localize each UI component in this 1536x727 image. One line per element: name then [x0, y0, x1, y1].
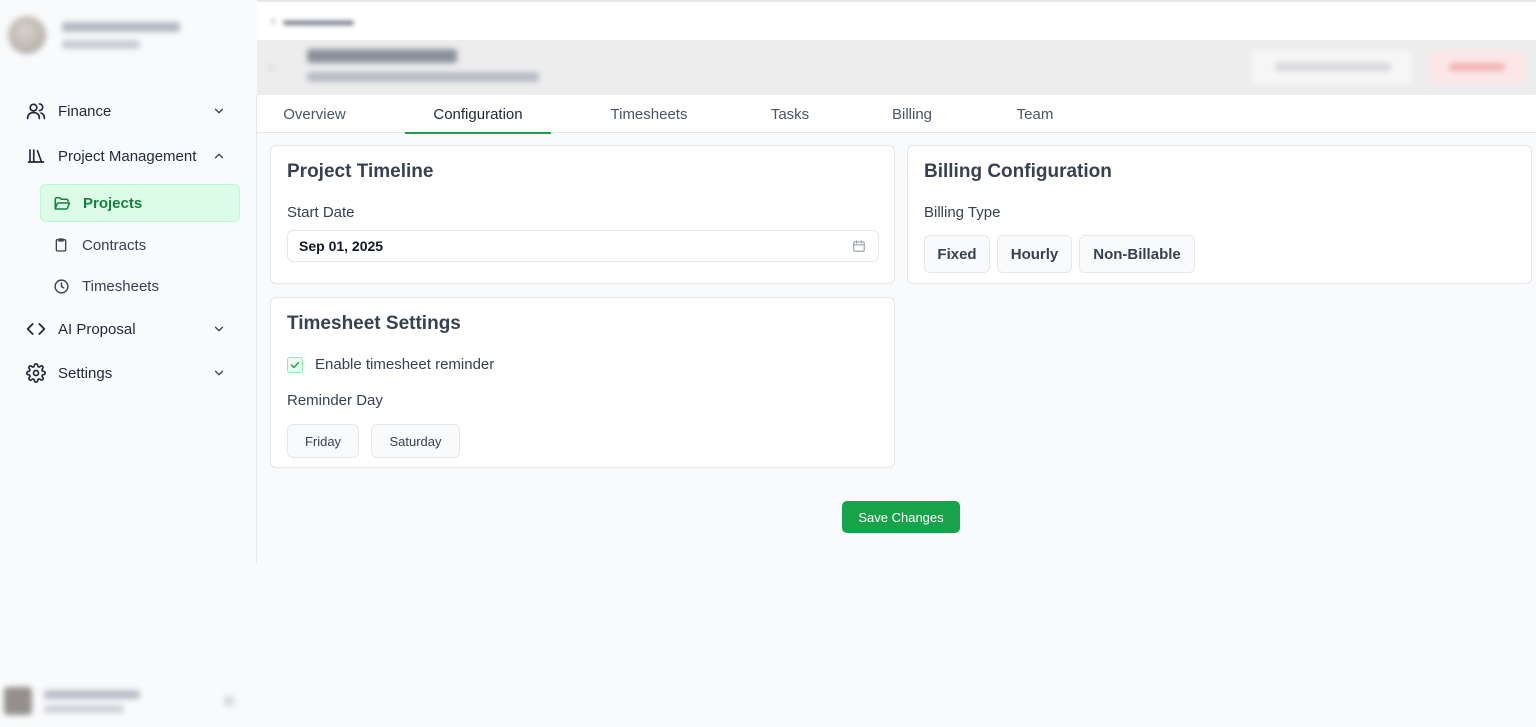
sidebar-subitem-timesheets[interactable]: Timesheets — [40, 267, 240, 305]
billing-type-fixed-button[interactable]: Fixed — [924, 235, 990, 273]
reminder-checkbox[interactable] — [287, 356, 303, 373]
chevron-down-icon — [214, 326, 224, 332]
top-bar: ‹ ▬▬▬▬▬ — [257, 0, 1536, 40]
back-arrow-icon[interactable]: ‹ — [269, 58, 285, 74]
avatar — [4, 687, 32, 715]
start-date-input[interactable]: Sep 01, 2025 — [287, 230, 879, 262]
sidebar: Finance Project Management Projects Cont… — [0, 0, 257, 727]
timesheet-settings-card: Timesheet Settings Enable timesheet remi… — [270, 297, 895, 468]
clock-icon — [52, 277, 70, 295]
footer-user-menu[interactable] — [4, 684, 244, 718]
sidebar-item-ai-proposal[interactable]: AI Proposal — [26, 314, 236, 344]
card-title: Project Timeline — [287, 161, 434, 182]
billing-configuration-card: Billing Configuration Billing Type Fixed… — [907, 145, 1532, 284]
project-timeline-card: Project Timeline Start Date Sep 01, 2025 — [270, 145, 895, 284]
breadcrumb[interactable]: ‹ ▬▬▬▬▬ — [271, 12, 353, 28]
billing-type-non-billable-button[interactable]: Non-Billable — [1079, 235, 1195, 273]
user-info — [44, 689, 140, 713]
library-icon — [26, 146, 46, 166]
reminder-day-friday-button[interactable]: Friday — [287, 424, 359, 458]
tab-billing[interactable]: Billing — [883, 95, 941, 133]
tab-configuration[interactable]: Configuration — [405, 95, 551, 134]
sidebar-subitem-label: Timesheets — [82, 277, 159, 295]
profile-header[interactable] — [8, 10, 248, 60]
delete-button[interactable] — [1429, 50, 1525, 84]
card-title: Timesheet Settings — [287, 313, 461, 334]
sidebar-subitem-label: Contracts — [82, 236, 147, 254]
save-changes-button[interactable]: Save Changes — [842, 501, 960, 533]
project-header: ‹ — [257, 40, 1536, 95]
folder-open-icon — [53, 194, 71, 212]
sidebar-divider — [256, 95, 257, 563]
chevron-up-icon — [214, 153, 224, 159]
sidebar-item-finance[interactable]: Finance — [26, 96, 236, 126]
tab-bar: Overview Configuration Timesheets Tasks … — [257, 95, 1536, 134]
sidebar-item-label: Finance — [58, 102, 112, 120]
avatar — [8, 16, 46, 54]
project-title — [307, 49, 457, 63]
sidebar-subitem-label: Projects — [83, 194, 143, 212]
sidebar-item-label: Project Management — [58, 147, 197, 165]
card-title: Billing Configuration — [924, 161, 1112, 182]
gear-icon — [26, 363, 46, 383]
code-icon — [26, 319, 46, 339]
tab-timesheets[interactable]: Timesheets — [601, 95, 697, 133]
tab-tasks[interactable]: Tasks — [763, 95, 817, 133]
sidebar-item-settings[interactable]: Settings — [26, 358, 236, 388]
start-date-label: Start Date — [287, 204, 355, 221]
profile-info — [62, 21, 180, 49]
sidebar-subitem-contracts[interactable]: Contracts — [40, 226, 240, 264]
billing-type-label: Billing Type — [924, 204, 1001, 221]
calendar-icon[interactable] — [852, 239, 866, 253]
chevrons-icon — [224, 696, 234, 706]
project-subtitle — [307, 72, 539, 82]
tab-team[interactable]: Team — [1009, 95, 1061, 133]
check-icon — [290, 361, 300, 368]
users-icon — [26, 101, 46, 121]
sidebar-item-project-management[interactable]: Project Management — [26, 141, 236, 171]
start-date-value: Sep 01, 2025 — [299, 238, 384, 254]
tab-overview[interactable]: Overview — [272, 95, 357, 133]
sidebar-subitem-projects[interactable]: Projects — [40, 184, 240, 222]
chevron-down-icon — [214, 108, 224, 114]
clipboard-icon — [52, 236, 70, 254]
timesheet-reminder-toggle[interactable]: Enable timesheet reminder — [287, 356, 494, 373]
reminder-day-saturday-button[interactable]: Saturday — [371, 424, 460, 458]
reminder-day-label: Reminder Day — [287, 392, 383, 409]
billing-type-hourly-button[interactable]: Hourly — [997, 235, 1072, 273]
sidebar-item-label: Settings — [58, 364, 113, 382]
mark-complete-button[interactable] — [1251, 50, 1411, 84]
reminder-label: Enable timesheet reminder — [315, 356, 495, 373]
sidebar-item-label: AI Proposal — [58, 320, 136, 338]
chevron-down-icon — [214, 370, 224, 376]
